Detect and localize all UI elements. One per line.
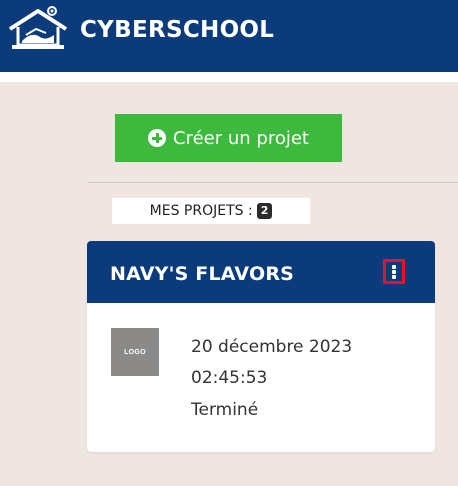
header-underline xyxy=(0,72,458,82)
project-time: 02:45:53 xyxy=(191,368,268,388)
top-navbar: CYBERSCHOOL xyxy=(0,0,458,72)
plus-circle-icon xyxy=(148,129,167,147)
kebab-menu-icon xyxy=(392,264,396,279)
project-logo: LOGO xyxy=(111,328,159,376)
projects-count-badge: 2 xyxy=(256,203,273,219)
project-date: 20 décembre 2023 xyxy=(191,337,353,357)
create-project-button[interactable]: Créer un projet xyxy=(115,114,342,162)
create-project-label: Créer un projet xyxy=(173,127,309,149)
projects-section-label: MES PROJETS : 2 xyxy=(112,198,310,224)
school-house-logo-icon[interactable] xyxy=(6,5,70,53)
brand-title[interactable]: CYBERSCHOOL xyxy=(80,17,274,43)
section-divider xyxy=(88,182,458,183)
project-status: Terminé xyxy=(191,400,259,420)
project-title[interactable]: NAVY'S FLAVORS xyxy=(110,263,294,285)
project-card-header: NAVY'S FLAVORS xyxy=(87,241,435,303)
projects-heading: MES PROJETS : xyxy=(149,203,253,219)
project-card[interactable]: NAVY'S FLAVORS LOGO 20 décembre 2023 02:… xyxy=(87,241,435,452)
project-menu-button[interactable] xyxy=(383,259,405,284)
